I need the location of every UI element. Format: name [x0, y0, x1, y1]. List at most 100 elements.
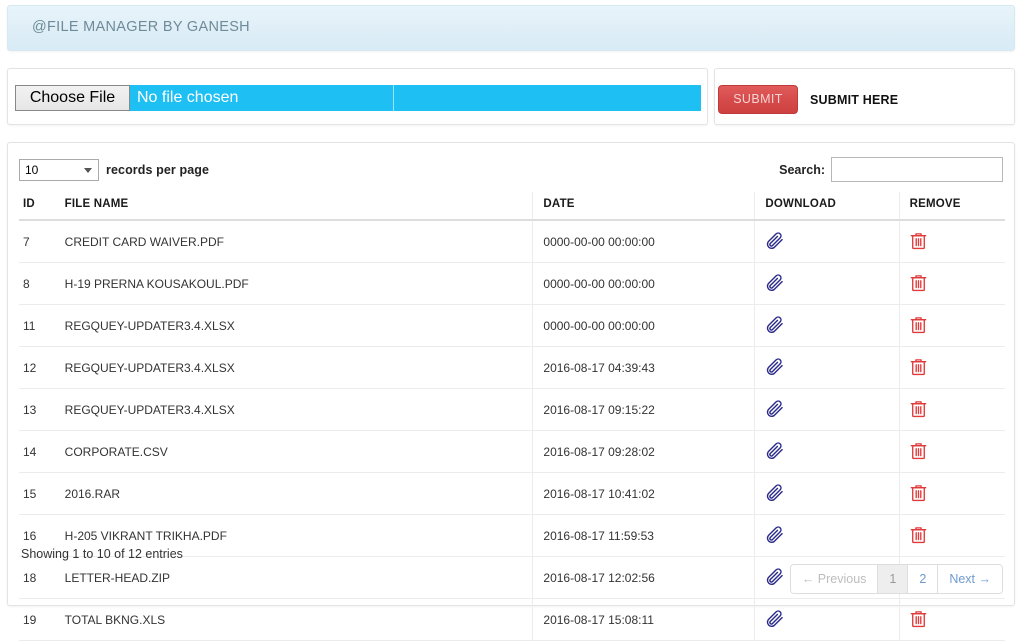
paperclip-icon[interactable] [765, 482, 785, 502]
cell-filename: REGQUEY-UPDATER3.4.XLSX [60, 304, 533, 347]
file-chosen-label: No file chosen [137, 89, 239, 106]
search-label: Search: [779, 162, 825, 177]
cell-date: 2016-08-17 09:28:02 [532, 430, 755, 473]
cell-date: 0000-00-00 00:00:00 [532, 304, 755, 347]
records-per-page-label: records per page [106, 163, 210, 177]
paperclip-icon[interactable] [765, 398, 785, 418]
paperclip-icon[interactable] [765, 566, 785, 586]
table-row: 11 REGQUEY-UPDATER3.4.XLSX 0000-00-00 00:0… [19, 304, 1005, 347]
cell-date: 0000-00-00 00:00:00 [532, 262, 755, 305]
cell-date: 0000-00-00 00:00:00 [532, 220, 755, 263]
table-row: 19 TOTAL BKNG.XLS 2016-08-17 15:08:11 [19, 598, 1005, 641]
trash-icon[interactable] [910, 483, 927, 502]
cell-remove [898, 388, 1005, 431]
cell-id: 15 [19, 472, 61, 515]
cell-download [754, 472, 900, 515]
pagination-page-1[interactable]: 1 [878, 565, 909, 593]
paperclip-icon[interactable] [765, 314, 785, 334]
trash-icon[interactable] [910, 441, 927, 460]
paperclip-icon[interactable] [765, 272, 785, 292]
cell-filename: TOTAL BKNG.XLS [60, 598, 533, 641]
table-row: 7 CREDIT CARD WAIVER.PDF 0000-00-00 00:00:… [19, 220, 1005, 263]
cell-filename: CORPORATE.CSV [60, 430, 533, 473]
column-header-filename[interactable]: FILE NAME [60, 192, 533, 221]
table-row: 14 CORPORATE.CSV 2016-08-17 09:28:02 [19, 430, 1005, 473]
cell-date: 2016-08-17 12:02:56 [532, 556, 755, 599]
table-row: 8 H-19 PRERNA KOUSAKOUL.PDF 0000-00-00 00:… [19, 262, 1005, 305]
cell-remove [898, 304, 1005, 347]
cell-date: 2016-08-17 10:41:02 [532, 472, 755, 515]
table-header-row: ID FILE NAME DATE DOWNLOAD REMOVE [19, 192, 1005, 221]
table-panel: 10 records per page Search: ID FILE NAME… [7, 142, 1015, 641]
column-header-date[interactable]: DATE [532, 192, 755, 221]
paperclip-icon[interactable] [765, 440, 785, 460]
cell-download [754, 430, 900, 473]
records-per-page-value: 10 [25, 163, 39, 177]
records-per-page-control: 10 records per page [19, 159, 209, 181]
cell-filename: LETTER-HEAD.ZIP [60, 556, 533, 599]
column-header-remove[interactable]: REMOVE [898, 192, 1005, 221]
paperclip-icon[interactable] [765, 356, 785, 376]
pagination-previous[interactable]: ← Previous [790, 565, 879, 593]
cell-remove [898, 430, 1005, 473]
cell-filename: 2016.RAR [60, 472, 533, 515]
trash-icon[interactable] [910, 357, 927, 376]
trash-icon[interactable] [910, 231, 927, 250]
cell-download [754, 346, 900, 389]
cell-download [754, 304, 900, 347]
chevron-down-icon [84, 168, 92, 173]
paperclip-icon[interactable] [765, 230, 785, 250]
cell-id: 19 [19, 598, 61, 641]
search-control: Search: [779, 157, 1003, 182]
cell-id: 14 [19, 430, 61, 473]
cell-id: 13 [19, 388, 61, 431]
cell-remove [898, 346, 1005, 389]
cell-remove [898, 472, 1005, 515]
cell-date: 2016-08-17 04:39:43 [532, 346, 755, 389]
file-field-edge [393, 85, 394, 111]
trash-icon[interactable] [910, 609, 927, 628]
page-title: @FILE MANAGER BY GANESH [32, 19, 250, 35]
column-header-download[interactable]: DOWNLOAD [754, 192, 900, 221]
cell-id: 8 [19, 262, 61, 305]
cell-download [754, 220, 900, 263]
upload-panel: Choose File No file chosen [7, 68, 708, 125]
trash-icon[interactable] [910, 399, 927, 418]
cell-id: 7 [19, 220, 61, 263]
table-row: 15 2016.RAR 2016-08-17 10:41:02 [19, 472, 1005, 515]
cell-download [754, 598, 900, 641]
paperclip-icon[interactable] [765, 524, 785, 544]
file-manager-page: @FILE MANAGER BY GANESH Choose File No f… [0, 0, 1024, 641]
app-header: @FILE MANAGER BY GANESH [7, 5, 1015, 51]
search-input[interactable] [831, 157, 1003, 182]
cell-download [754, 262, 900, 305]
pagination-page-2[interactable]: 2 [908, 565, 939, 593]
table-row: 12 REGQUEY-UPDATER3.4.XLSX 2016-08-17 04:3… [19, 346, 1005, 389]
trash-icon[interactable] [910, 273, 927, 292]
pagination: ← Previous 1 2 Next → [789, 564, 1003, 594]
cell-id: 18 [19, 556, 61, 599]
pagination-next[interactable]: Next → [938, 565, 1002, 593]
cell-remove [898, 220, 1005, 263]
table-info: Showing 1 to 10 of 12 entries [21, 547, 183, 561]
cell-filename: REGQUEY-UPDATER3.4.XLSX [60, 388, 533, 431]
choose-file-button[interactable]: Choose File [15, 85, 130, 111]
cell-download [754, 388, 900, 431]
submit-here-label: SUBMIT HERE [810, 93, 899, 107]
paperclip-icon[interactable] [765, 608, 785, 628]
cell-date: 2016-08-17 15:08:11 [532, 598, 755, 641]
table-row: 13 REGQUEY-UPDATER3.4.XLSX 2016-08-17 09:1… [19, 388, 1005, 431]
cell-id: 12 [19, 346, 61, 389]
submit-panel: SUBMIT SUBMIT HERE [714, 68, 1015, 125]
cell-date: 2016-08-17 11:59:53 [532, 514, 755, 557]
cell-id: 11 [19, 304, 61, 347]
trash-icon[interactable] [910, 525, 927, 544]
cell-filename: CREDIT CARD WAIVER.PDF [60, 220, 533, 263]
cell-remove [898, 262, 1005, 305]
trash-icon[interactable] [910, 315, 927, 334]
records-per-page-select[interactable]: 10 [19, 159, 99, 181]
column-header-id[interactable]: ID [19, 192, 61, 221]
submit-button[interactable]: SUBMIT [718, 85, 798, 114]
file-input[interactable]: Choose File No file chosen [15, 85, 701, 111]
cell-remove [898, 598, 1005, 641]
